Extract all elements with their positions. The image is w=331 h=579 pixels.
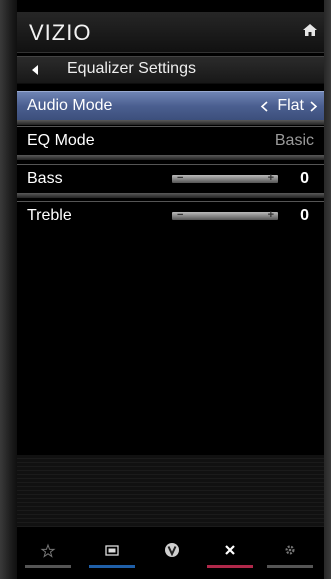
footer-toolbar xyxy=(17,536,324,576)
treble-label: Treble xyxy=(27,207,72,224)
bass-label: Bass xyxy=(27,170,63,187)
menu-title: Equalizer Settings xyxy=(67,60,196,77)
input-color-bar xyxy=(89,565,135,568)
gear-icon xyxy=(285,545,295,555)
favorites-button[interactable] xyxy=(25,542,71,570)
audio-mode-row[interactable]: Audio Mode Flat xyxy=(17,91,324,120)
chevron-left-icon[interactable] xyxy=(260,101,268,112)
vizio-v-icon xyxy=(165,543,179,557)
bass-row[interactable]: Bass − + 0 xyxy=(17,164,324,193)
decorative-stripes xyxy=(17,455,324,527)
bass-value: 0 xyxy=(300,170,309,187)
settings-color-bar xyxy=(267,565,313,568)
row-divider xyxy=(17,120,324,125)
treble-slider[interactable]: − + xyxy=(172,209,278,221)
settings-panel: VIZIO Equalizer Settings Audio Mode Flat… xyxy=(17,0,324,579)
eq-mode-value: Basic xyxy=(274,132,314,149)
vizio-logo: VIZIO xyxy=(29,20,92,45)
bass-plus-icon: + xyxy=(267,172,274,184)
treble-minus-icon: − xyxy=(177,209,184,221)
menu-title-bar[interactable]: Equalizer Settings xyxy=(17,56,324,84)
back-arrow-icon[interactable] xyxy=(30,64,40,76)
header-bar: VIZIO xyxy=(17,12,324,53)
row-divider xyxy=(17,193,324,198)
favorites-color-bar xyxy=(25,565,71,568)
input-button[interactable] xyxy=(89,542,135,570)
settings-button[interactable] xyxy=(267,542,313,570)
home-icon[interactable] xyxy=(302,22,318,38)
exit-button[interactable] xyxy=(207,542,253,570)
row-divider xyxy=(17,155,324,160)
input-icon xyxy=(105,545,119,556)
bass-slider[interactable]: − + xyxy=(172,172,278,184)
chevron-right-icon[interactable] xyxy=(310,101,318,112)
vizio-button[interactable] xyxy=(149,542,195,570)
treble-value: 0 xyxy=(300,207,309,224)
eq-mode-row[interactable]: EQ Mode Basic xyxy=(17,126,324,155)
close-icon xyxy=(225,545,235,555)
exit-color-bar xyxy=(207,565,253,568)
star-icon xyxy=(40,543,56,558)
bass-minus-icon: − xyxy=(177,172,184,184)
treble-row[interactable]: Treble − + 0 xyxy=(17,201,324,230)
treble-plus-icon: + xyxy=(267,209,274,221)
eq-mode-label: EQ Mode xyxy=(27,132,95,149)
audio-mode-value: Flat xyxy=(277,97,304,114)
audio-mode-label: Audio Mode xyxy=(27,97,113,114)
